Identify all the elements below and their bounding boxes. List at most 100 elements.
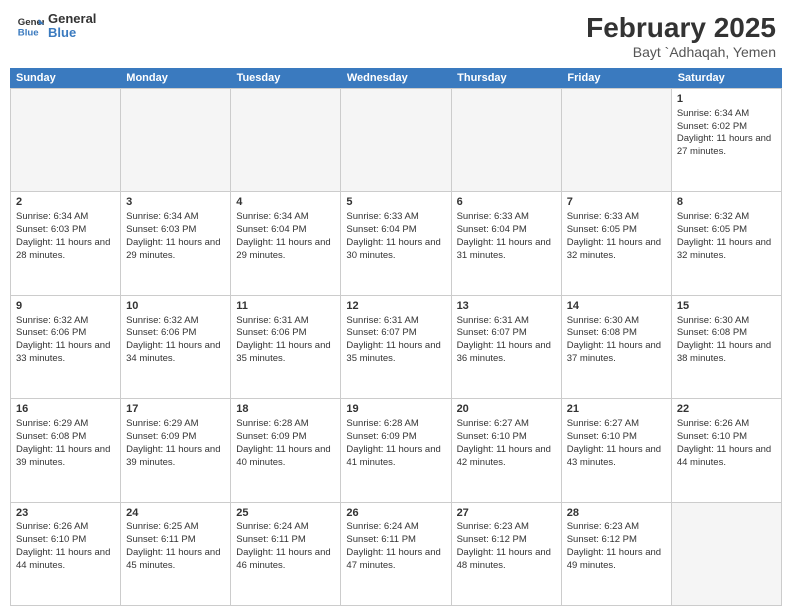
sunset-text: Sunset: 6:05 PM: [567, 224, 637, 235]
calendar-cell: [672, 503, 782, 605]
day-number: 24: [126, 506, 225, 521]
calendar-row: 2Sunrise: 6:34 AMSunset: 6:03 PMDaylight…: [11, 192, 782, 295]
sunrise-text: Sunrise: 6:30 AM: [677, 315, 749, 326]
sunrise-text: Sunrise: 6:29 AM: [126, 418, 198, 429]
calendar-cell: 2Sunrise: 6:34 AM Sunset: 6:03 PM Daylight…: [11, 192, 121, 294]
daylight-text: Daylight: 11 hours and 34 minutes.: [126, 340, 220, 364]
calendar-row: 1Sunrise: 6:34 AMSunset: 6:02 PMDaylight…: [11, 89, 782, 192]
sunrise-text: Sunrise: 6:34 AM: [126, 211, 198, 222]
sunset-text: Sunset: 6:09 PM: [346, 431, 416, 442]
calendar-cell: 24Sunrise: 6:25 AMSunset: 6:11 PMDayligh…: [121, 503, 231, 605]
sunset-text: Sunset: 6:12 PM: [457, 534, 527, 545]
sunrise-text: Sunrise: 6:23 AM: [567, 521, 639, 532]
day-number: 28: [567, 506, 666, 521]
calendar-cell: 20Sunrise: 6:27 AMSunset: 6:10 PMDayligh…: [452, 399, 562, 501]
logo-general: General: [48, 12, 96, 26]
day-number: 26: [346, 506, 445, 521]
day-number: 12: [346, 299, 445, 314]
calendar-cell: 16Sunrise: 6:29 AMSunset: 6:08 PMDayligh…: [11, 399, 121, 501]
calendar-cell: 10Sunrise: 6:32 AMSunset: 6:06 PMDayligh…: [121, 296, 231, 398]
sunset-text: Sunset: 6:04 PM: [457, 224, 527, 235]
calendar-cell: 23Sunrise: 6:26 AMSunset: 6:10 PMDayligh…: [11, 503, 121, 605]
sunrise-text: Sunrise: 6:32 AM: [16, 315, 88, 326]
calendar-cell: [452, 89, 562, 191]
calendar-body: 1Sunrise: 6:34 AMSunset: 6:02 PMDaylight…: [10, 88, 782, 606]
title-block: February 2025 Bayt `Adhaqah, Yemen: [586, 12, 776, 60]
daylight-text: Daylight: 11 hours and 41 minutes.: [346, 444, 440, 468]
daylight-text: Daylight: 11 hours and 43 minutes.: [567, 444, 661, 468]
sunset-text: Sunset: 6:06 PM: [16, 327, 86, 338]
sunrise-text: Sunrise: 6:31 AM: [236, 315, 308, 326]
sunrise-text: Sunrise: 6:31 AM: [346, 315, 418, 326]
calendar-cell: 21Sunrise: 6:27 AMSunset: 6:10 PMDayligh…: [562, 399, 672, 501]
sunrise-text: Sunrise: 6:33 AM: [567, 211, 639, 222]
sunrise-text: Sunrise: 6:34 AM: [677, 108, 749, 119]
sunrise-text: Sunrise: 6:25 AM: [126, 521, 198, 532]
sunrise-text: Sunrise: 6:29 AM: [16, 418, 88, 429]
day-number: 4: [236, 195, 335, 210]
sunset-text: Sunset: 6:04 PM: [346, 224, 416, 235]
day-number: 8: [677, 195, 776, 210]
sunset-text: Sunset: 6:07 PM: [346, 327, 416, 338]
daylight-text: Daylight: 11 hours and 28 minutes.: [16, 237, 110, 261]
calendar-cell: 1Sunrise: 6:34 AMSunset: 6:02 PMDaylight…: [672, 89, 782, 191]
sunrise-text: Sunrise: 6:34 AM: [16, 211, 88, 222]
calendar-cell: 13Sunrise: 6:31 AMSunset: 6:07 PMDayligh…: [452, 296, 562, 398]
sunset-text: Sunset: 6:06 PM: [236, 327, 306, 338]
daylight-text: Daylight: 11 hours and 29 minutes.: [236, 237, 330, 261]
sunrise-text: Sunrise: 6:26 AM: [16, 521, 88, 532]
day-header: Wednesday: [341, 68, 451, 88]
day-number: 15: [677, 299, 776, 314]
day-number: 2: [16, 195, 115, 210]
calendar-cell: 6Sunrise: 6:33 AMSunset: 6:04 PMDaylight…: [452, 192, 562, 294]
calendar-page: General Blue GeneralBlue February 2025 B…: [0, 0, 792, 612]
sunrise-text: Sunrise: 6:23 AM: [457, 521, 529, 532]
calendar-cell: 9Sunrise: 6:32 AMSunset: 6:06 PMDaylight…: [11, 296, 121, 398]
day-number: 11: [236, 299, 335, 314]
logo: General Blue GeneralBlue: [16, 12, 96, 41]
sunset-text: Sunset: 6:11 PM: [126, 534, 196, 545]
sunset-text: Sunset: 6:03 PM: [16, 224, 86, 235]
day-number: 17: [126, 402, 225, 417]
daylight-text: Daylight: 11 hours and 31 minutes.: [457, 237, 551, 261]
day-number: 27: [457, 506, 556, 521]
header: General Blue GeneralBlue February 2025 B…: [0, 0, 792, 68]
sunset-text: Sunset: 6:10 PM: [16, 534, 86, 545]
day-number: 23: [16, 506, 115, 521]
day-number: 22: [677, 402, 776, 417]
location: Bayt `Adhaqah, Yemen: [586, 44, 776, 60]
daylight-text: Daylight: 11 hours and 29 minutes.: [126, 237, 220, 261]
daylight-text: Daylight: 11 hours and 37 minutes.: [567, 340, 661, 364]
day-number: 18: [236, 402, 335, 417]
daylight-text: Daylight: 11 hours and 39 minutes.: [16, 444, 110, 468]
calendar-cell: 11Sunrise: 6:31 AMSunset: 6:06 PMDayligh…: [231, 296, 341, 398]
sunset-text: Sunset: 6:07 PM: [457, 327, 527, 338]
day-number: 1: [677, 92, 776, 107]
logo-icon: General Blue: [16, 12, 44, 40]
daylight-text: Daylight: 11 hours and 44 minutes.: [677, 444, 771, 468]
day-number: 7: [567, 195, 666, 210]
daylight-text: Daylight: 11 hours and 47 minutes.: [346, 547, 440, 571]
sunrise-text: Sunrise: 6:33 AM: [346, 211, 418, 222]
calendar-cell: 27Sunrise: 6:23 AM Sunset: 6:12 PM Dayligh…: [452, 503, 562, 605]
sunset-text: Sunset: 6:09 PM: [236, 431, 306, 442]
daylight-text: Daylight: 11 hours and 42 minutes.: [457, 444, 551, 468]
daylight-text: Daylight: 11 hours and 49 minutes.: [567, 547, 661, 571]
calendar-cell: [562, 89, 672, 191]
sunrise-text: Sunrise: 6:33 AM: [457, 211, 529, 222]
calendar-row: 16Sunrise: 6:29 AMSunset: 6:08 PMDayligh…: [11, 399, 782, 502]
sunset-text: Sunset: 6:08 PM: [16, 431, 86, 442]
sunset-text: Sunset: 6:11 PM: [346, 534, 416, 545]
sunrise-text: Sunrise: 6:27 AM: [457, 418, 529, 429]
sunrise-text: Sunrise: 6:24 AM: [236, 521, 308, 532]
calendar-cell: 8Sunrise: 6:32 AMSunset: 6:05 PMDaylight…: [672, 192, 782, 294]
sunset-text: Sunset: 6:11 PM: [236, 534, 306, 545]
sunset-text: Sunset: 6:12 PM: [567, 534, 637, 545]
calendar-cell: [121, 89, 231, 191]
day-number: 13: [457, 299, 556, 314]
daylight-text: Daylight: 11 hours and 48 minutes.: [457, 547, 551, 571]
calendar-cell: 28Sunrise: 6:23 AM Sunset: 6:12 PM Dayligh…: [562, 503, 672, 605]
calendar-cell: 5Sunrise: 6:33 AMSunset: 6:04 PMDaylight…: [341, 192, 451, 294]
daylight-text: Daylight: 11 hours and 35 minutes.: [346, 340, 440, 364]
day-number: 5: [346, 195, 445, 210]
